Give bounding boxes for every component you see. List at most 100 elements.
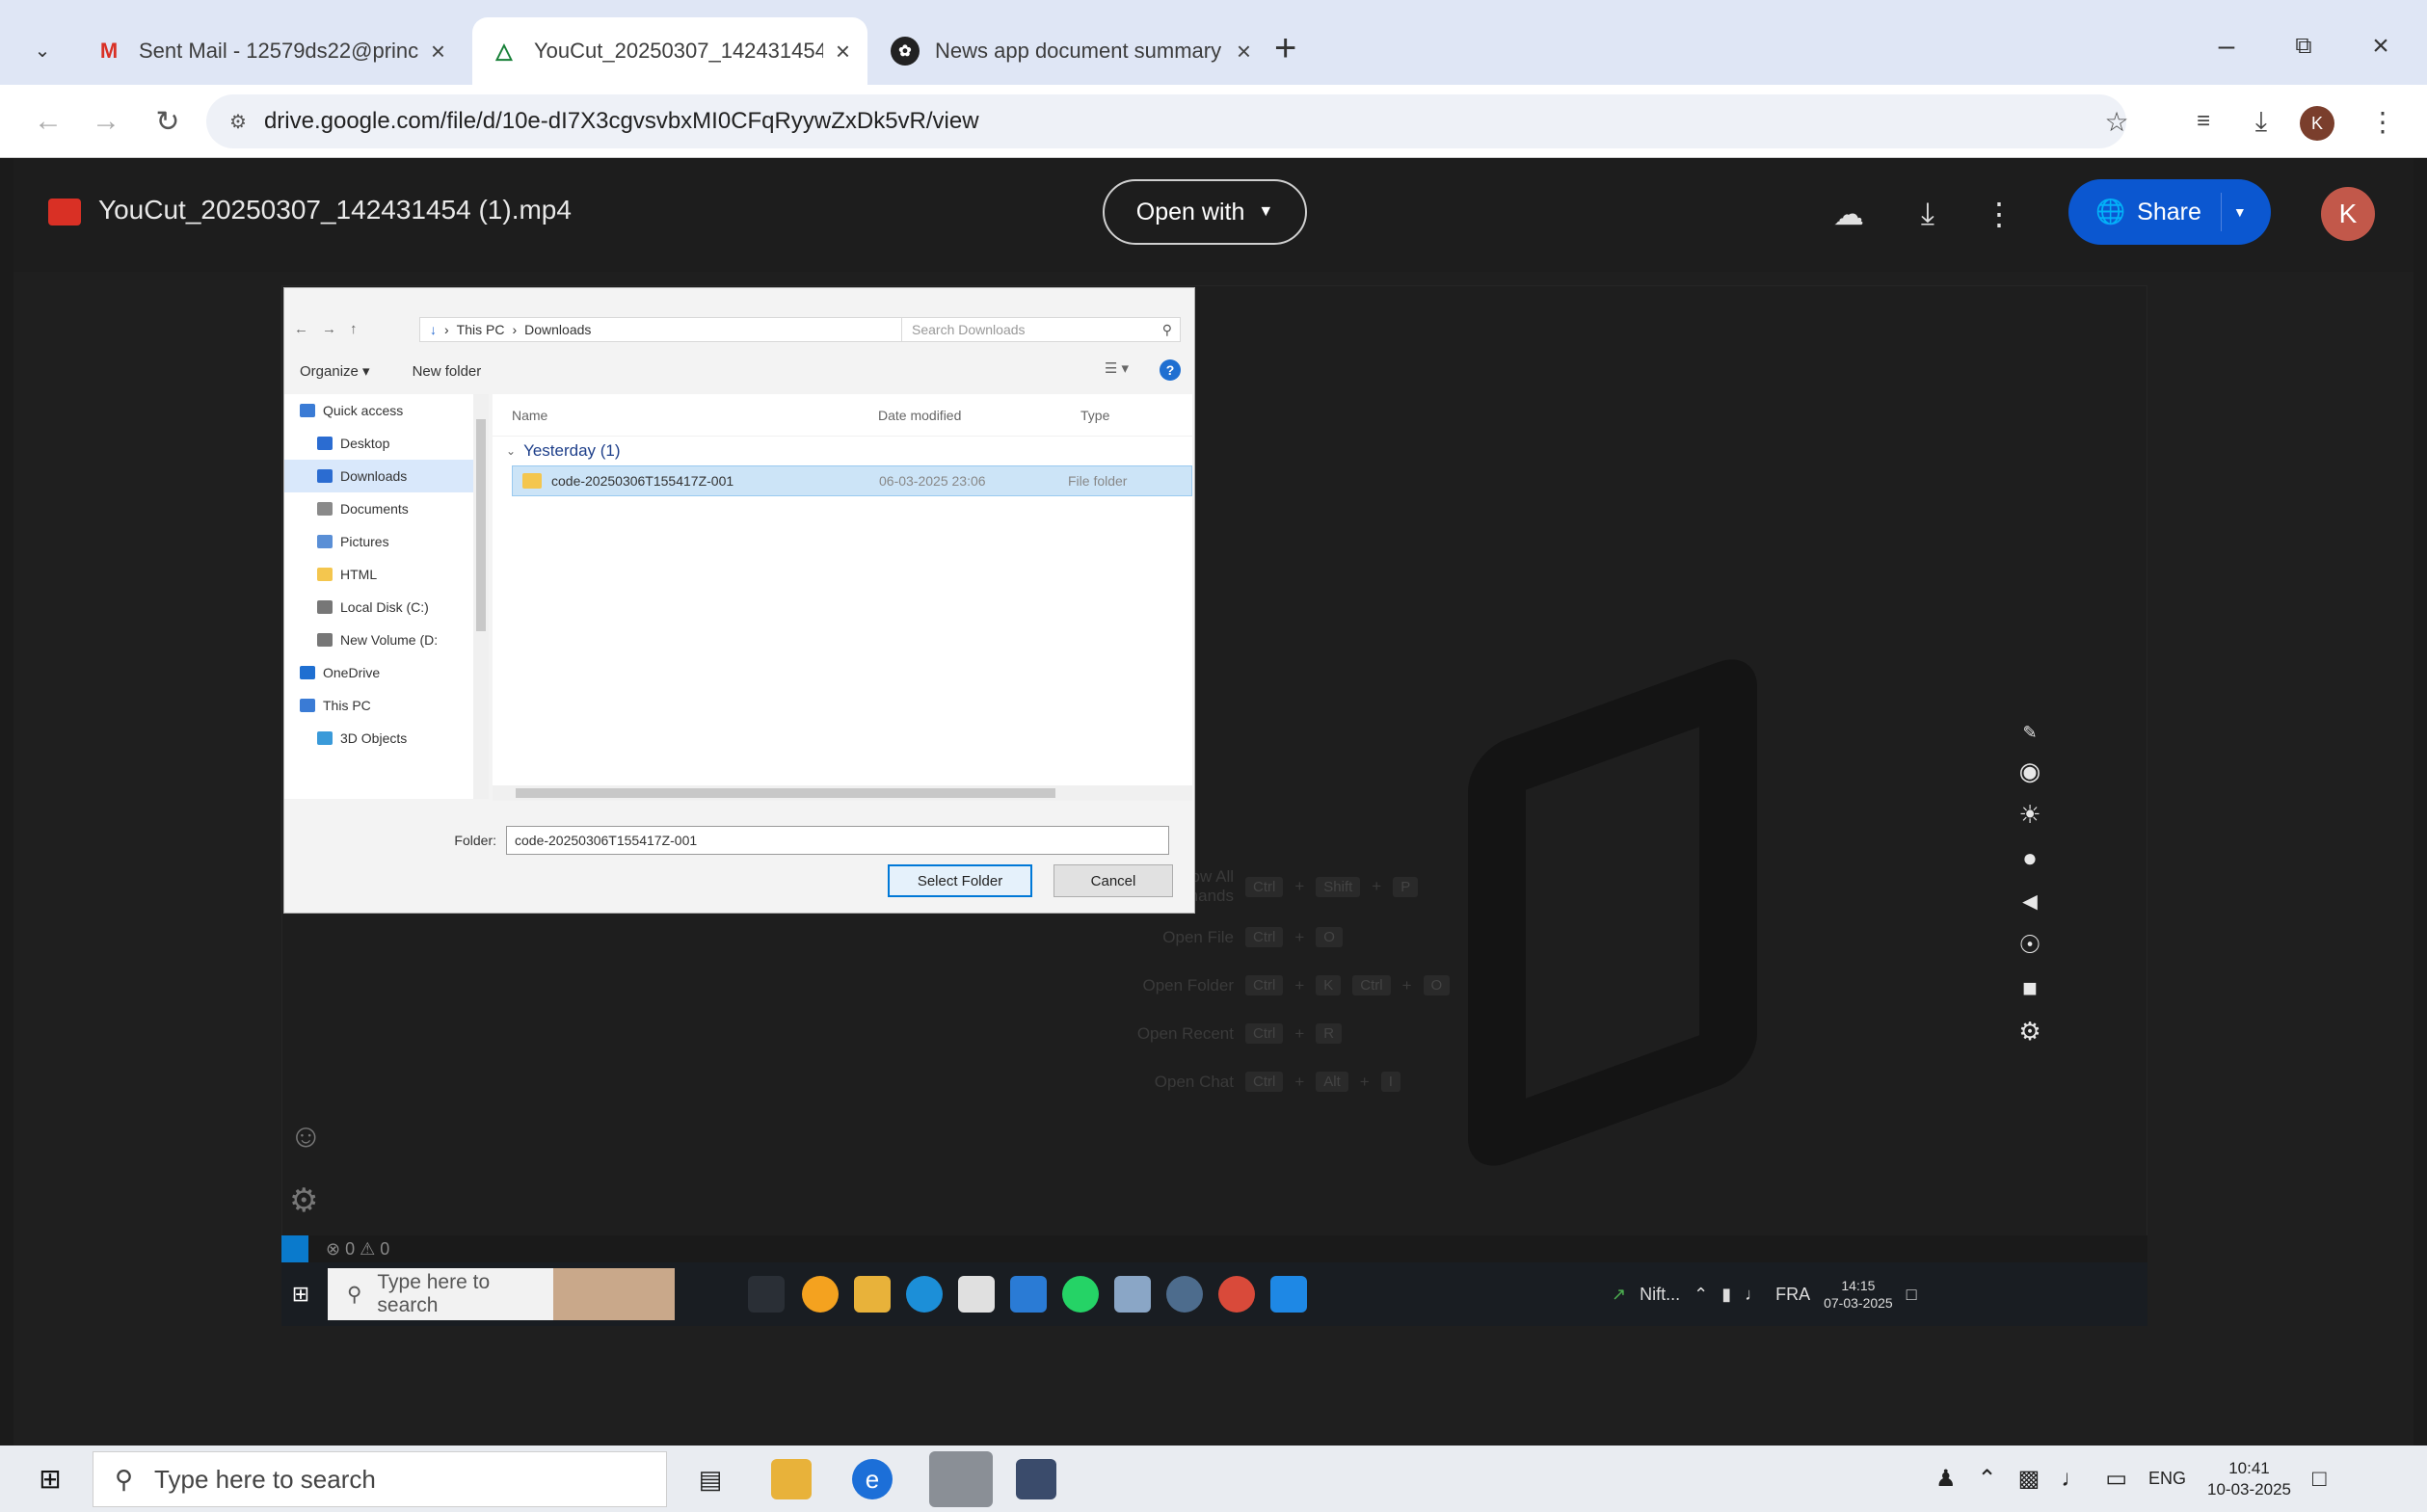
nav-tree-item: Documents xyxy=(284,492,473,525)
open-with-label: Open with xyxy=(1135,198,1245,225)
browser-tab-strip: ⌄ M Sent Mail - 12579ds22@prince × △ You… xyxy=(0,0,2427,85)
network-icon[interactable]: ▩ xyxy=(2018,1465,2040,1493)
share-button[interactable]: 🌐 Share ▼ xyxy=(2068,179,2271,245)
key-sep: + xyxy=(1401,975,1412,995)
horizontal-scrollbar xyxy=(493,785,1192,801)
help-icon: ? xyxy=(1160,359,1181,381)
windows-start-icon[interactable]: ⊞ xyxy=(29,1457,71,1499)
reading-mode-icon[interactable]: ≡ xyxy=(2178,96,2228,146)
volume-icon[interactable]: ♩ xyxy=(2061,1466,2084,1493)
key: Shift xyxy=(1316,876,1361,897)
date: 10-03-2025 xyxy=(2207,1479,2291,1499)
file-name: YouCut_20250307_142431454 (1).mp4 xyxy=(98,195,572,225)
key: O xyxy=(1316,927,1343,947)
profile-avatar[interactable]: K xyxy=(2300,106,2334,141)
tree-item-label: Documents xyxy=(340,501,409,517)
webcam-icon: ☉ xyxy=(2018,930,2041,959)
tree-item-icon xyxy=(300,404,315,417)
shortcut-label: Open Folder xyxy=(1142,975,1235,995)
back-icon[interactable]: ← xyxy=(23,96,73,146)
file-row-date: 06-03-2025 23:06 xyxy=(879,473,986,489)
language-label[interactable]: ENG xyxy=(2148,1469,2186,1489)
nav-tree-item: Pictures xyxy=(284,525,473,558)
open-with-button[interactable]: Open with ▼ xyxy=(1103,179,1307,245)
forward-icon: → xyxy=(322,320,336,337)
tree-item-label: New Volume (D: xyxy=(340,632,439,648)
bookmark-star-icon[interactable]: ☆ xyxy=(2092,96,2142,146)
download-icon[interactable]: ⤓ xyxy=(1905,191,1951,237)
recorded-date: 07-03-2025 xyxy=(1824,1295,1893,1311)
column-name: Name xyxy=(512,407,548,423)
problems-count: ⊗ 0 ⚠ 0 xyxy=(326,1239,390,1259)
divider xyxy=(2220,193,2222,231)
recorded-search-box: ⚲ Type here to search xyxy=(328,1268,675,1320)
reload-icon[interactable]: ↻ xyxy=(143,96,193,146)
minimize-button[interactable]: – xyxy=(2198,19,2255,73)
speaker-icon: ◄ xyxy=(2017,887,2042,915)
file-list: Name Date modified Type ⌄ Yesterday (1) … xyxy=(493,394,1192,785)
chrome-icon[interactable] xyxy=(929,1451,993,1507)
dialog-nav-bar: ← → ↑ ↓ › This PC › Downloads ↻ Search D… xyxy=(284,309,1196,348)
shortcut-row: Open Folder Ctrl + K Ctrl + O xyxy=(1099,975,1451,995)
account-icon: ☺ xyxy=(289,1118,323,1154)
breadcrumb-item: This PC xyxy=(456,322,505,337)
search-icon: ⚲ xyxy=(347,1283,362,1306)
remote-indicator xyxy=(281,1235,308,1262)
key: O xyxy=(1423,975,1451,995)
site-info-icon[interactable]: ⚙ xyxy=(229,110,247,134)
select-folder-dialog: ← → ↑ ↓ › This PC › Downloads ↻ Search D… xyxy=(283,287,1195,914)
clock[interactable]: 10:41 10-03-2025 xyxy=(2207,1458,2291,1500)
folder-label: Folder: xyxy=(454,833,496,848)
caret-down-icon[interactable]: ▼ xyxy=(2233,204,2247,220)
shortcut-label: Open Recent xyxy=(1136,1023,1234,1043)
tab-gmail[interactable]: M Sent Mail - 12579ds22@prince × xyxy=(77,17,463,85)
tree-item-label: 3D Objects xyxy=(340,730,408,746)
key: P xyxy=(1393,876,1419,897)
close-tab-icon[interactable]: × xyxy=(836,37,850,66)
key-sep: + xyxy=(1359,1072,1370,1091)
close-tab-icon[interactable]: × xyxy=(431,37,445,66)
notification-icon[interactable]: □ xyxy=(2312,1466,2327,1493)
file-row: code-20250306T155417Z-001 06-03-2025 23:… xyxy=(512,465,1192,496)
close-tab-icon[interactable]: × xyxy=(1237,37,1251,66)
download-icon[interactable]: ⤓ xyxy=(2236,96,2286,146)
nav-scrollbar xyxy=(473,394,489,799)
add-shortcut-icon[interactable]: ☁ xyxy=(1826,191,1872,237)
scroll-thumb xyxy=(476,419,486,631)
tree-item-icon xyxy=(317,731,333,745)
taskbar-search-box[interactable]: ⚲ Type here to search xyxy=(93,1451,667,1507)
app-icon[interactable] xyxy=(1016,1459,1056,1499)
share-label: Share xyxy=(2137,198,2201,225)
tab-chatgpt[interactable]: ✿ News app document summary × xyxy=(873,17,1268,85)
people-icon[interactable]: ♟ xyxy=(1935,1465,1957,1493)
new-tab-button[interactable]: + xyxy=(1274,25,1296,71)
restore-button[interactable]: ⧉ xyxy=(2275,19,2333,73)
task-view-icon[interactable]: ▤ xyxy=(690,1459,731,1499)
address-bar[interactable]: ⚙ drive.google.com/file/d/10e-dI7X3cgvsv… xyxy=(206,94,2126,148)
tab-list-chevron-icon[interactable]: ⌄ xyxy=(19,27,66,73)
tree-item-label: Desktop xyxy=(340,436,390,451)
organize-menu: Organize ▾ xyxy=(300,363,370,380)
task-view-icon xyxy=(748,1276,785,1313)
forward-icon[interactable]: → xyxy=(81,96,131,146)
tab-drive[interactable]: △ YouCut_20250307_142431454 ( × xyxy=(472,17,867,85)
close-window-button[interactable]: × xyxy=(2352,19,2410,73)
chevron-up-icon[interactable]: ⌃ xyxy=(1978,1465,1997,1493)
group-header: ⌄ Yesterday (1) xyxy=(493,437,1192,465)
more-menu-icon[interactable]: ⋮ xyxy=(2358,96,2408,146)
search-highlight-image xyxy=(553,1268,675,1320)
nav-tree-item: 3D Objects xyxy=(284,722,473,755)
more-actions-icon[interactable]: ⋮ xyxy=(1976,191,2022,237)
internet-explorer-icon[interactable]: e xyxy=(852,1459,893,1499)
key: K xyxy=(1316,975,1342,995)
shortcut-row: Open Chat Ctrl + Alt + I xyxy=(1099,1072,1400,1092)
display-icon[interactable]: ▭ xyxy=(2105,1465,2127,1493)
account-avatar[interactable]: K xyxy=(2321,187,2375,241)
tree-item-icon xyxy=(300,666,315,679)
key: Ctrl xyxy=(1245,1023,1284,1044)
battery-icon: ▮ xyxy=(1721,1284,1732,1304)
file-explorer-icon[interactable] xyxy=(771,1459,812,1499)
windows-start-icon: ⊞ xyxy=(291,1282,310,1306)
up-icon: ↑ xyxy=(350,320,358,337)
edge-icon xyxy=(906,1276,943,1313)
